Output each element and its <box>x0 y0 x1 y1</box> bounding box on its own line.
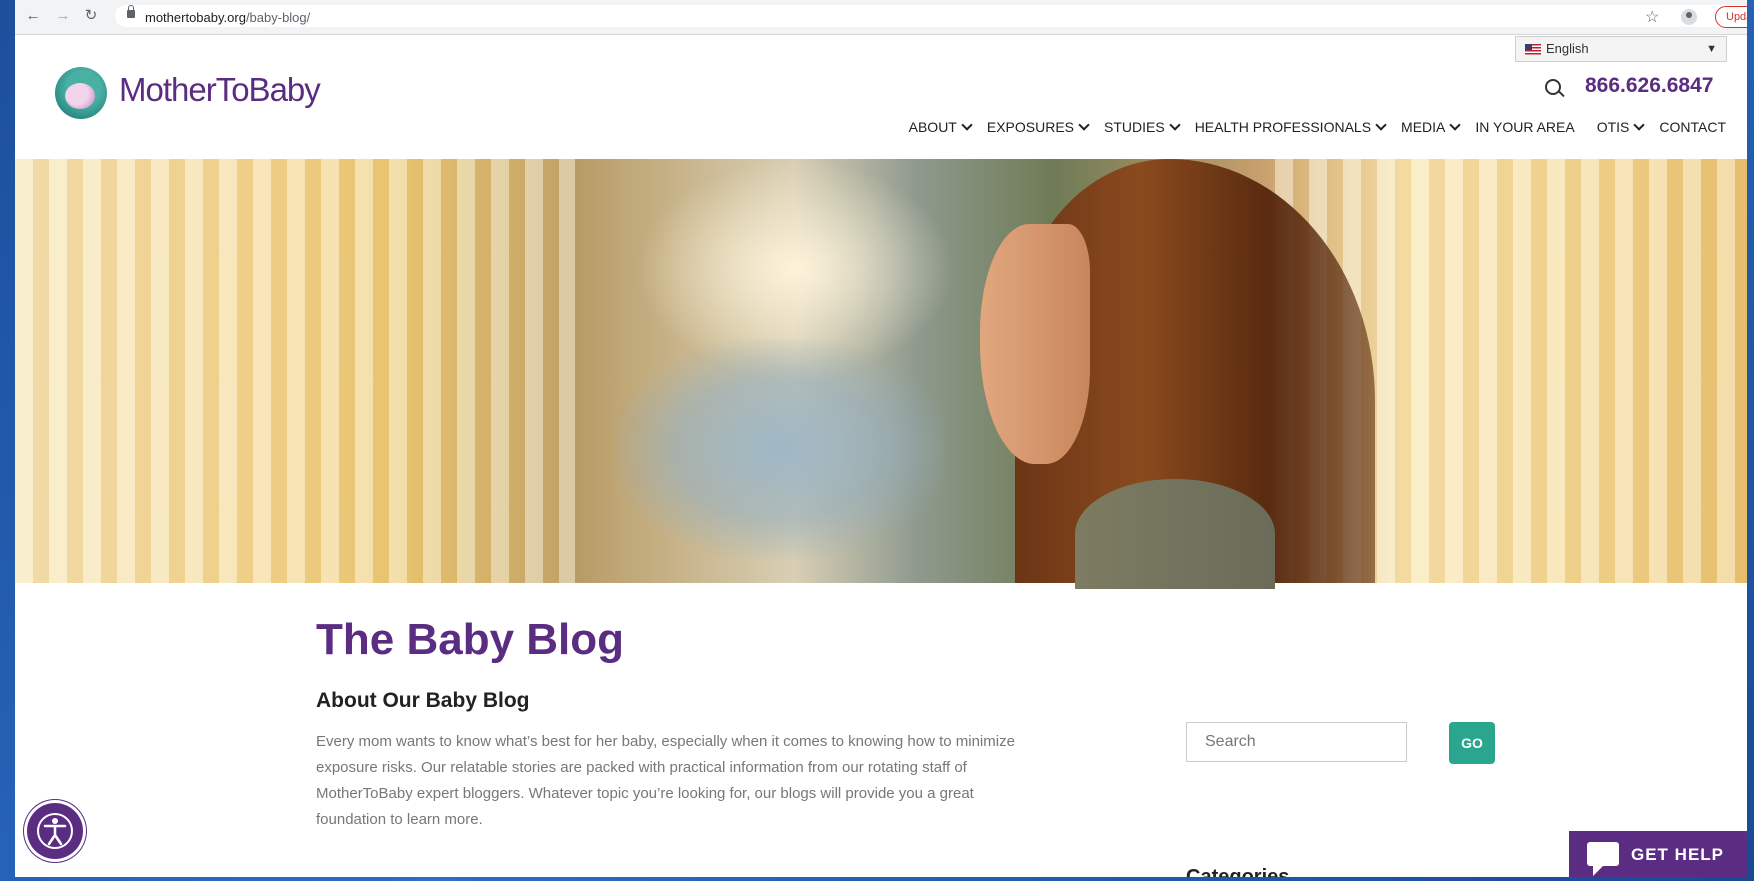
nav-item-media[interactable]: MEDIA <box>1401 119 1462 135</box>
language-label: English <box>1546 41 1589 56</box>
dropdown-caret-icon: ▼ <box>1706 43 1717 55</box>
browser-window: ← → ↻ mothertobaby.org/baby-blog/ ☆ Upda… <box>15 0 1747 877</box>
hero-image <box>15 159 1747 589</box>
chevron-down-icon <box>1078 119 1090 131</box>
browser-toolbar: ← → ↻ mothertobaby.org/baby-blog/ ☆ Upda… <box>15 0 1747 35</box>
accessibility-button[interactable] <box>27 803 83 859</box>
logo-text[interactable]: MotherToBaby <box>119 71 321 109</box>
logo-icon[interactable] <box>55 67 107 119</box>
get-help-button[interactable]: GET HELP <box>1569 831 1747 877</box>
url-text[interactable]: mothertobaby.org/baby-blog/ <box>145 10 310 25</box>
main-nav: ABOUT EXPOSURES STUDIES HEALTH PROFESSIO… <box>893 119 1726 135</box>
nav-item-about[interactable]: ABOUT <box>909 119 973 135</box>
chevron-down-icon <box>1633 119 1646 131</box>
reload-icon[interactable]: ↻ <box>83 8 99 24</box>
phone-number[interactable]: 866.626.6847 <box>1585 74 1713 98</box>
nav-item-contact[interactable]: CONTACT <box>1659 119 1726 135</box>
section-heading: About Our Baby Blog <box>316 689 530 712</box>
get-help-label: GET HELP <box>1631 845 1725 864</box>
hero-lake <box>615 339 945 559</box>
nav-item-exposures[interactable]: EXPOSURES <box>987 119 1090 135</box>
forward-arrow-icon[interactable]: → <box>55 8 71 24</box>
language-select[interactable]: English ▼ <box>1515 36 1727 62</box>
page-title: The Baby Blog <box>316 615 625 664</box>
bookmark-star-icon[interactable]: ☆ <box>1645 7 1659 27</box>
update-button[interactable]: Update <box>1715 6 1747 28</box>
back-arrow-icon[interactable]: ← <box>25 8 41 24</box>
hero-woman-face <box>980 224 1090 464</box>
address-bar[interactable] <box>115 5 1747 27</box>
lock-icon[interactable] <box>127 5 135 18</box>
hero-curtain-left <box>15 159 575 583</box>
blog-search-input[interactable]: Search <box>1186 722 1407 762</box>
nav-item-otis[interactable]: OTIS <box>1597 119 1646 135</box>
chevron-down-icon <box>1449 119 1462 131</box>
nav-item-studies[interactable]: STUDIES <box>1104 119 1181 135</box>
blog-description: Every mom wants to know what’s best for … <box>316 733 1015 828</box>
accessibility-icon <box>37 813 73 849</box>
profile-icon[interactable] <box>1681 9 1697 25</box>
chat-bubble-icon <box>1587 842 1619 876</box>
chevron-down-icon <box>1169 119 1181 131</box>
categories-heading: Categories <box>1186 866 1290 877</box>
chevron-down-icon <box>961 119 973 131</box>
search-icon[interactable] <box>1545 79 1561 95</box>
hero-woman-shoulder <box>1075 479 1275 589</box>
nav-item-health-professionals[interactable]: HEALTH PROFESSIONALS <box>1195 119 1387 135</box>
us-flag-icon <box>1525 44 1541 55</box>
chevron-down-icon <box>1375 119 1387 131</box>
nav-item-in-your-area[interactable]: IN YOUR AREA <box>1475 119 1574 135</box>
go-button[interactable]: GO <box>1449 722 1495 764</box>
